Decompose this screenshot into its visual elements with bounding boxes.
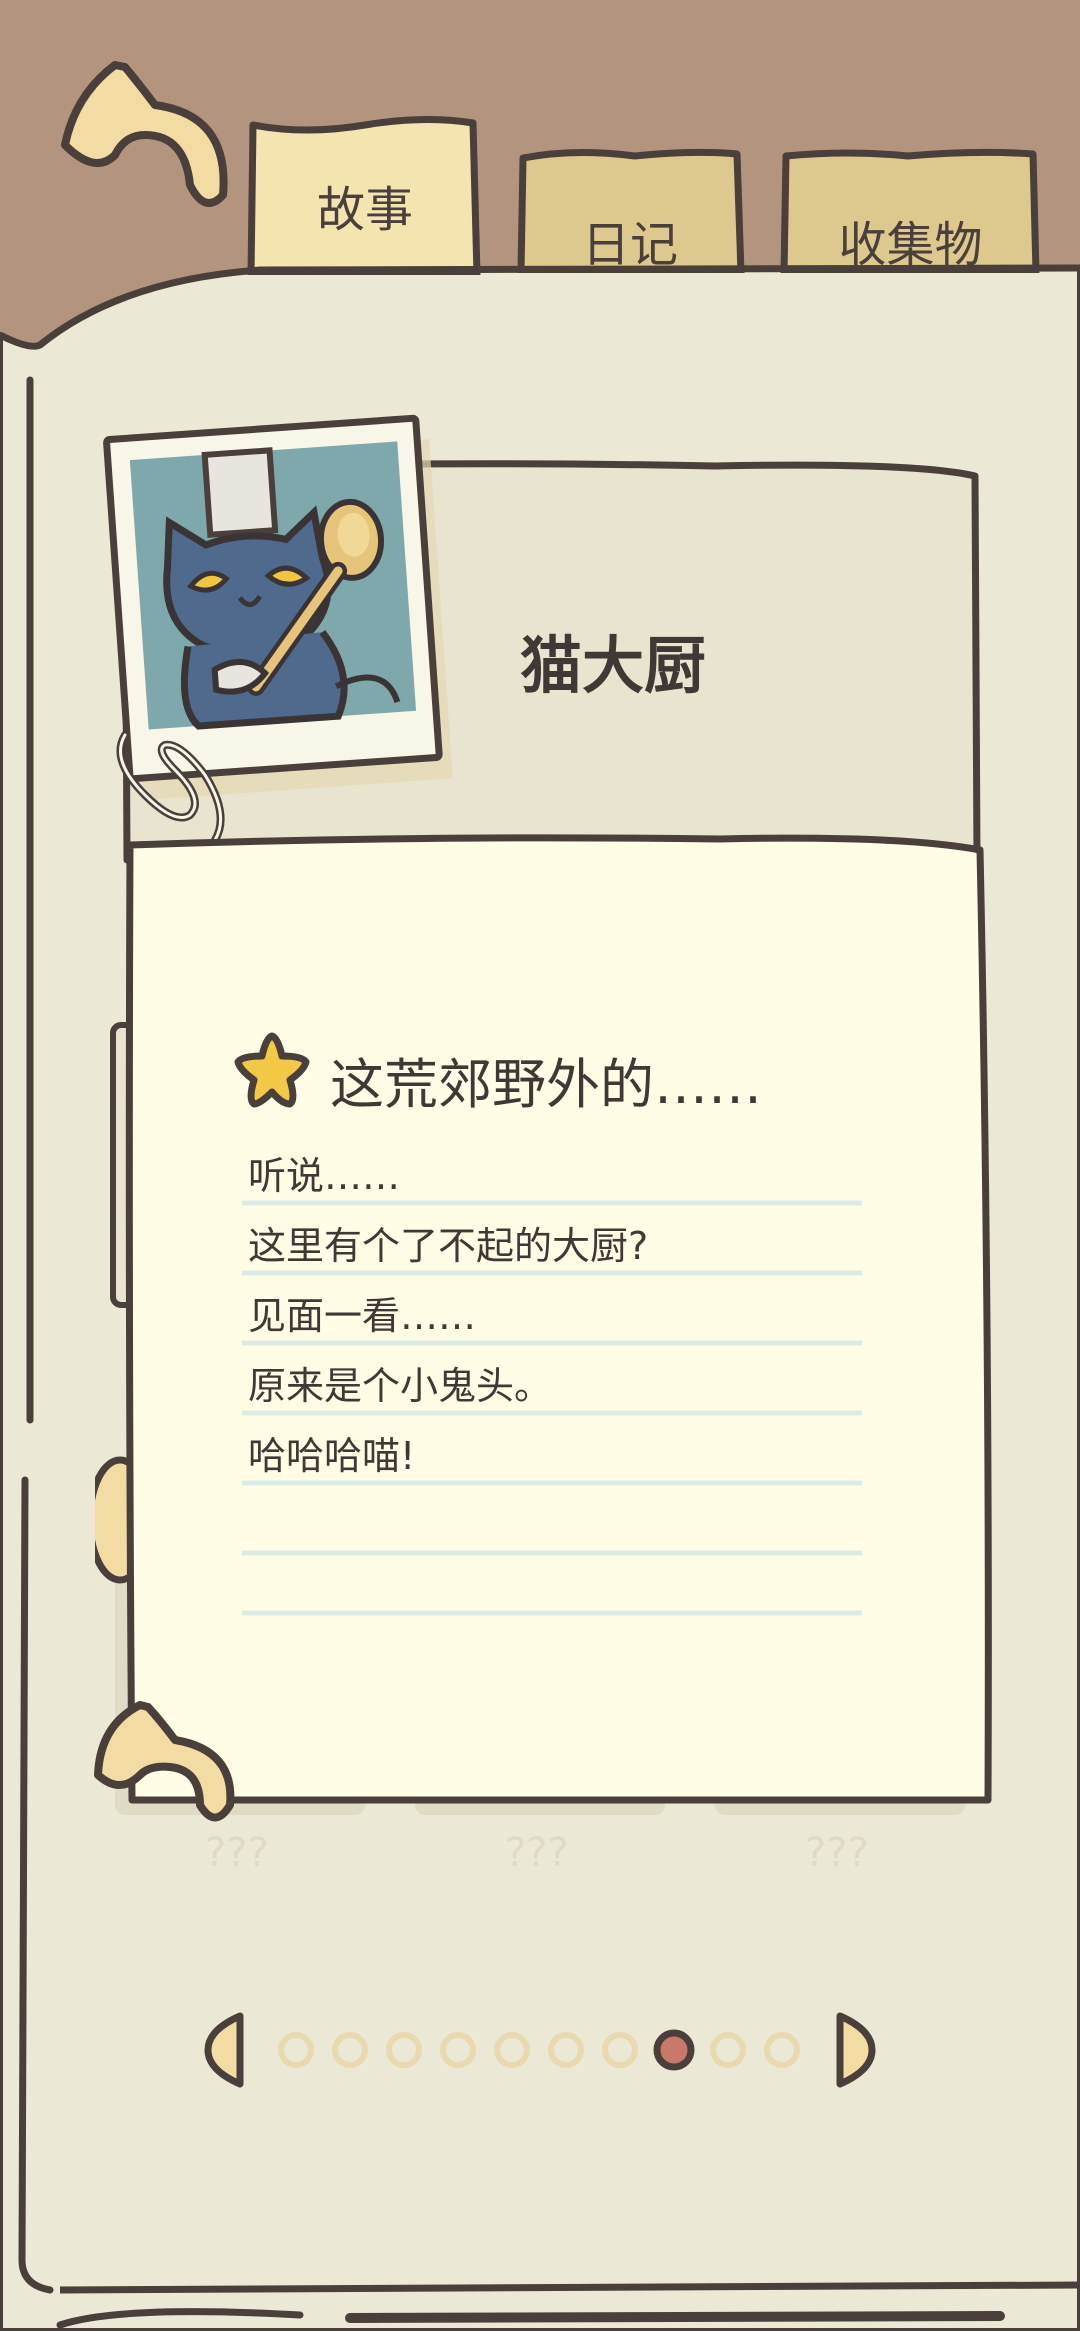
next-page-icon[interactable] <box>836 2012 876 2088</box>
star-icon <box>234 1032 310 1108</box>
note-line: 原来是个小鬼头。 <box>248 1364 553 1408</box>
tab-story-label[interactable]: 故事 <box>245 170 485 240</box>
hidden-entry-label: ??? <box>505 1830 569 1876</box>
page-dot[interactable] <box>548 2032 584 2068</box>
page-dot[interactable] <box>494 2032 530 2068</box>
note-line: 见面一看…… <box>248 1294 477 1338</box>
page-dot[interactable] <box>602 2032 638 2068</box>
page-dot[interactable] <box>440 2032 476 2068</box>
page-dot[interactable] <box>764 2032 800 2068</box>
book-bottom-edge <box>59 2281 1080 2294</box>
screen: 故事 日记 收集物 ??? ??? ??? 猫大厨 这荒郊野外的…… 听说…… … <box>0 0 1080 2331</box>
prev-page-icon[interactable] <box>204 2012 244 2088</box>
page-dot[interactable] <box>278 2032 314 2068</box>
back-arrow-icon[interactable] <box>55 55 235 225</box>
note-line: 听说…… <box>248 1154 401 1198</box>
curl-arrow-icon[interactable] <box>90 1695 240 1835</box>
entry-title: 猫大厨 <box>520 629 707 702</box>
page-dot[interactable] <box>386 2032 422 2068</box>
note-line: 哈哈哈喵! <box>248 1434 416 1478</box>
note-heading: 这荒郊野外的…… <box>330 1053 762 1116</box>
page-dot[interactable] <box>332 2032 368 2068</box>
pagination <box>204 2012 876 2088</box>
page-dot[interactable] <box>710 2032 746 2068</box>
page-dot-active[interactable] <box>653 2029 695 2071</box>
hidden-entry-label: ??? <box>805 1830 869 1876</box>
hidden-entry-label: ??? <box>205 1830 269 1876</box>
note-line: 这里有个了不起的大厨? <box>248 1224 649 1268</box>
